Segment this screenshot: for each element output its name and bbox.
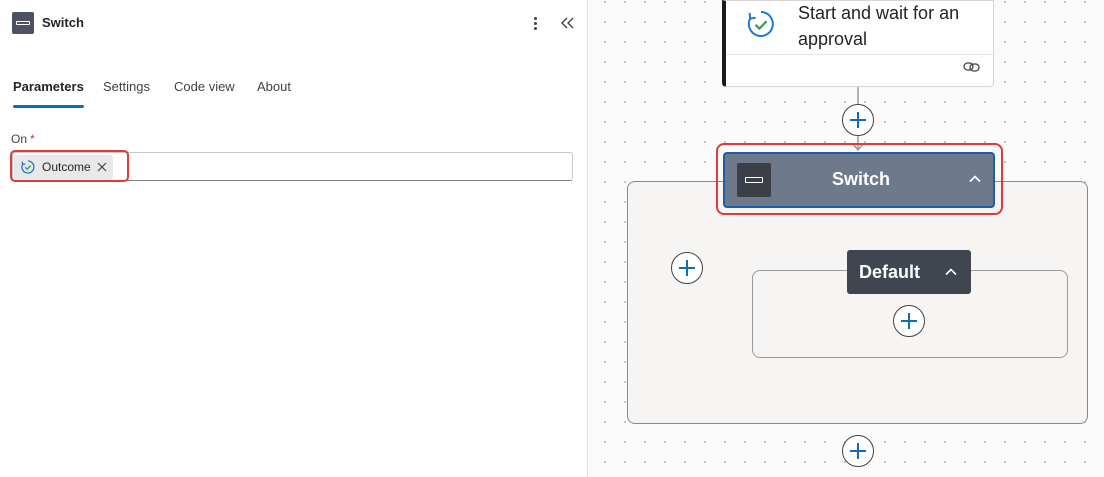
approval-icon <box>21 160 35 174</box>
panel-title: Switch <box>42 15 84 30</box>
outcome-token[interactable]: Outcome <box>14 155 113 179</box>
default-case-title: Default <box>859 262 921 282</box>
collapse-panel-icon[interactable] <box>558 12 576 34</box>
tab-parameters[interactable]: Parameters <box>13 78 84 108</box>
required-marker: * <box>30 132 35 146</box>
on-label-text: On <box>11 132 28 146</box>
tab-bar: Parameters Settings Code view About <box>0 78 588 108</box>
approval-action-title: Start and wait for an approval <box>798 3 960 49</box>
add-case-button[interactable] <box>671 252 703 284</box>
insert-step-after-switch-button[interactable] <box>842 435 874 467</box>
more-options-icon[interactable] <box>528 12 542 34</box>
approval-icon <box>747 11 774 37</box>
switch-action-card[interactable]: Switch <box>723 152 995 208</box>
on-field-label: On * <box>11 132 35 146</box>
default-case-header[interactable]: Default <box>847 250 971 294</box>
close-icon[interactable] <box>97 162 107 172</box>
chevron-up-icon[interactable] <box>943 264 959 280</box>
tab-settings[interactable]: Settings <box>103 78 150 108</box>
tab-about[interactable]: About <box>257 78 291 108</box>
action-details-panel: Switch Parameters Settings Code view Abo… <box>0 0 588 477</box>
insert-step-button[interactable] <box>842 104 874 136</box>
chevron-up-icon[interactable] <box>967 171 983 187</box>
app-root: Switch Parameters Settings Code view Abo… <box>0 0 1104 477</box>
insert-step-in-default-button[interactable] <box>893 305 925 337</box>
token-label: Outcome <box>42 160 91 174</box>
link-icon[interactable] <box>962 59 982 75</box>
tab-code-view[interactable]: Code view <box>174 78 235 108</box>
approval-action-card[interactable]: Start and wait for an approval <box>722 0 994 87</box>
card-divider <box>726 54 993 55</box>
switch-action-title: Switch <box>831 169 890 189</box>
switch-icon <box>12 12 34 34</box>
